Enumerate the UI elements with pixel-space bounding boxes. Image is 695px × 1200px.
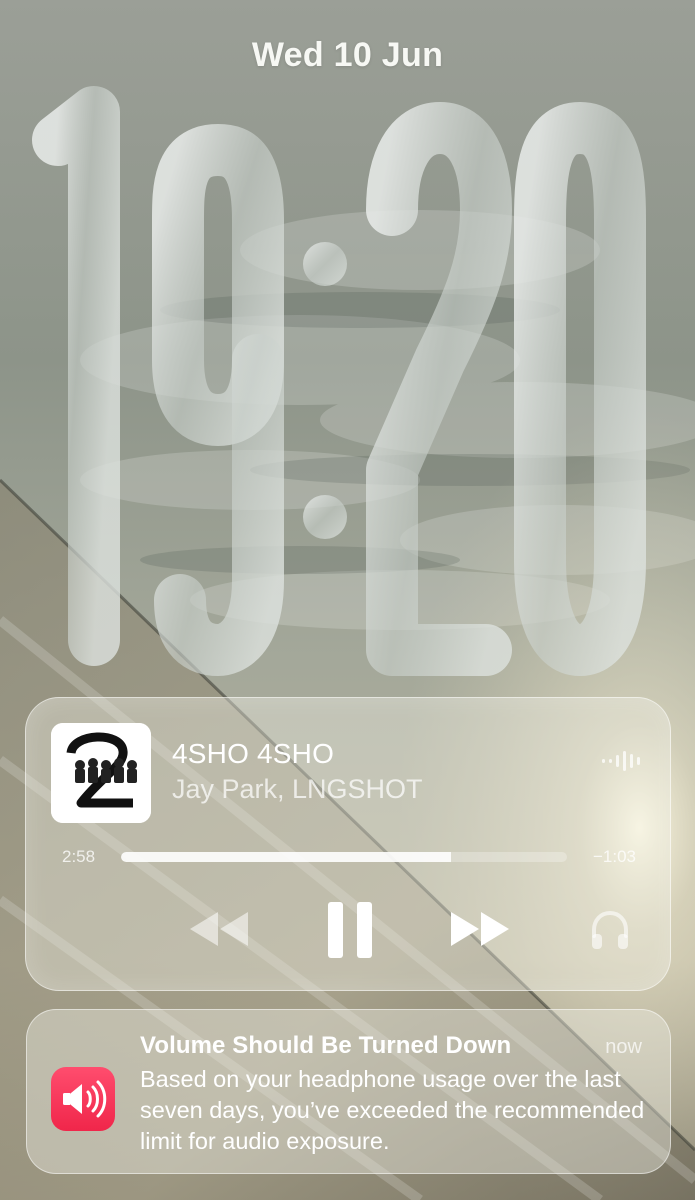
- headphones-icon[interactable]: [588, 908, 632, 952]
- album-art[interactable]: [51, 723, 151, 823]
- notification-time: now: [605, 1036, 642, 1058]
- track-title: 4SHO 4SHO: [172, 738, 335, 769]
- time-elapsed: 2:58: [62, 847, 96, 866]
- now-playing-card[interactable]: 4SHO 4SHO Jay Park, LNGSHOT 2:58 −1:03: [25, 697, 671, 991]
- notification-body: Based on your headphone usage over the l…: [140, 1066, 645, 1154]
- time-remaining: −1:03: [592, 847, 636, 866]
- playback-progress-fill: [121, 852, 452, 862]
- fast-forward-icon[interactable]: [447, 908, 513, 950]
- notification-card[interactable]: Volume Should Be Turned Down now Based o…: [26, 1009, 671, 1174]
- rewind-icon[interactable]: [186, 908, 252, 950]
- waveform-icon[interactable]: [602, 750, 642, 772]
- pause-icon[interactable]: [326, 900, 374, 960]
- notification-title: Volume Should Be Turned Down: [140, 1032, 512, 1059]
- track-artist: Jay Park, LNGSHOT: [172, 774, 423, 804]
- speaker-volume-icon: [51, 1067, 115, 1131]
- lockscreen-clock: [0, 0, 695, 700]
- playback-scrubber[interactable]: [121, 852, 567, 862]
